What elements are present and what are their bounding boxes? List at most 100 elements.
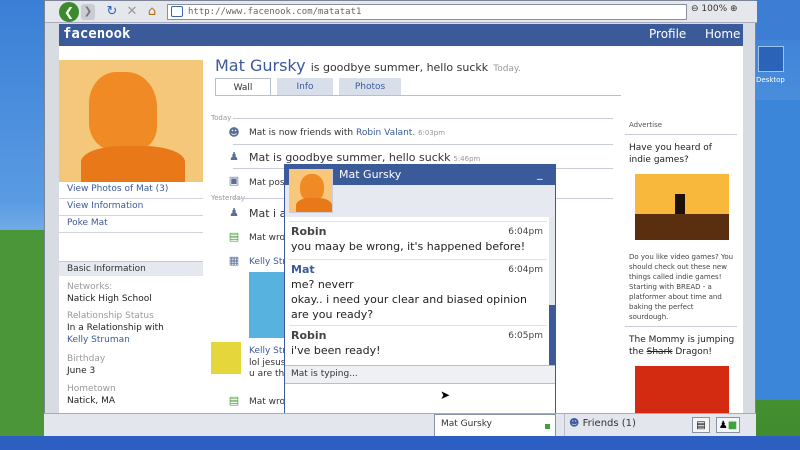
status-text: is goodbye summer, hello suckk [310, 61, 489, 74]
desktop-icon-label: Desktop [756, 76, 785, 84]
address-bar[interactable]: http://www.facenook.com/matatat1 [167, 4, 687, 20]
chat-avatar[interactable] [289, 169, 333, 213]
message-sender: Mat [291, 263, 315, 276]
online-status-icon [545, 424, 550, 429]
ad-title: Advertise [629, 121, 663, 129]
relationship-partner-link[interactable]: Kelly Struman [67, 335, 130, 345]
message-time: 6:04pm [508, 265, 543, 275]
networks-label: Networks: [67, 282, 113, 292]
person-icon: ♟ [229, 150, 239, 163]
friends-online-label: Friends (1) [582, 418, 636, 429]
ad-column: Advertise Have you heard of indie games?… [625, 116, 737, 416]
feed-item[interactable]: Kelly Str [249, 346, 286, 356]
poke-link[interactable]: Poke Mat [67, 218, 108, 228]
url-text: http://www.facenook.com/matatat1 [188, 7, 362, 17]
hometown-value: Natick, MA [67, 396, 116, 406]
chat-title: Mat Gursky [339, 168, 402, 181]
os-taskbar [0, 436, 800, 450]
desktop-folder-icon[interactable] [758, 46, 784, 72]
site-header: facenook Profile Home [59, 24, 743, 46]
zoom-level: 100% [701, 4, 728, 14]
message-time: 6:04pm [508, 227, 543, 237]
message-sender: Robin [291, 225, 327, 238]
message-line: i've been ready! [291, 344, 381, 357]
chat-bar: Mat Gursky ☻ Friends (1) ▤ ♟■ [44, 413, 756, 437]
open-chat-tab[interactable]: Mat Gursky [434, 414, 556, 437]
tab-photos[interactable]: Photos [339, 78, 401, 96]
chat-messages[interactable]: Robin 6:04pm you maay be wrong, it's hap… [285, 217, 555, 365]
ad-body: Do you like video games? You should chec… [629, 253, 734, 321]
profile-picture[interactable] [59, 60, 203, 182]
message-time: 6:05pm [508, 331, 543, 341]
message-line: me? neverr [291, 278, 354, 291]
wall-post-icon: ▤ [228, 394, 240, 407]
nav-home[interactable]: Home [705, 27, 740, 41]
friends-online-button[interactable]: ☻ Friends (1) [564, 414, 688, 437]
desktop-panel [756, 100, 800, 400]
status-time: Today. [493, 64, 521, 74]
view-information-link[interactable]: View Information [67, 201, 143, 211]
minimize-icon[interactable]: _ [537, 167, 543, 180]
online-user-icon[interactable]: ♟■ [716, 417, 740, 433]
friend-link[interactable]: Robin Valant. [356, 128, 415, 138]
feed-item: Mat wro [249, 233, 286, 243]
chat-message: Robin 6:05pm i've been ready! [289, 325, 547, 363]
tab-info[interactable]: Info [277, 78, 333, 96]
nav-profile[interactable]: Profile [649, 27, 686, 41]
profile-heading: Mat Gursky is goodbye summer, hello suck… [215, 56, 521, 75]
desktop-background [755, 0, 800, 40]
commenter-avatar[interactable] [211, 342, 241, 374]
tab-wall[interactable]: Wall [215, 78, 271, 96]
message-line: okay.. i need your clear and biased opin… [291, 293, 527, 306]
refresh-icon[interactable]: ↻ [103, 3, 121, 21]
page-icon [171, 6, 183, 17]
networks-value: Natick High School [67, 294, 152, 304]
feed-item: Mat post [249, 178, 289, 188]
feed-day-today: Today [211, 114, 232, 122]
mouse-cursor-icon: ➤ [440, 388, 451, 402]
person-icon: ♟ [229, 206, 239, 219]
chat-message: Robin 6:04pm you maay be wrong, it's hap… [289, 221, 547, 259]
zoom-control[interactable]: ⊖ 100% ⊕ [691, 4, 738, 14]
site-logo[interactable]: facenook [63, 26, 130, 42]
message-line: are you ready? [291, 308, 374, 321]
home-icon[interactable]: ⌂ [143, 3, 161, 21]
hometown-label: Hometown [67, 384, 116, 394]
ad-image[interactable] [635, 366, 729, 416]
scrollbar-thumb[interactable] [549, 305, 555, 365]
ad-image[interactable] [635, 174, 729, 240]
typing-indicator: Mat is typing... [285, 365, 555, 383]
ad-headline[interactable]: Have you heard of indie games? [629, 142, 735, 166]
profile-name[interactable]: Mat Gursky [215, 56, 306, 75]
desktop-hill [0, 230, 45, 450]
birthday-label: Birthday [67, 354, 106, 364]
zoom-in-icon[interactable]: ⊕ [730, 4, 738, 14]
open-chat-name: Mat Gursky [441, 419, 492, 429]
wall-post-icon: ▤ [228, 230, 240, 243]
birthday-value: June 3 [67, 366, 96, 376]
chat-window: Mat Gursky _ Robin 6:04pm you maay be wr… [284, 164, 556, 414]
basic-information-title: Basic Information [59, 261, 203, 276]
friends-icon: ☻ [569, 418, 580, 429]
message-line: you maay be wrong, it's happened before! [291, 240, 526, 253]
film-icon: ▣ [228, 174, 240, 187]
zoom-out-icon[interactable]: ⊖ [691, 4, 699, 14]
friends-icon: ☻ [228, 126, 240, 139]
message-sender: Robin [291, 329, 327, 342]
feed-item: lol jesus [249, 358, 286, 368]
chat-input[interactable] [285, 383, 555, 413]
stop-icon[interactable]: ✕ [123, 3, 141, 21]
relationship-label: Relationship Status [67, 311, 154, 321]
relationship-value: In a Relationship with [67, 323, 164, 333]
notifications-icon[interactable]: ▤ [692, 417, 710, 433]
ad-headline[interactable]: The Mommy is jumping the Shark Dragon! [629, 334, 735, 358]
photo-icon: ▦ [228, 254, 240, 267]
basic-information-box: Basic Information Networks: Natick High … [59, 261, 203, 421]
forward-arrow-icon[interactable]: ❯ [81, 4, 95, 20]
back-arrow-icon[interactable]: ❮ [59, 2, 79, 22]
browser-toolbar: ❮ ❯ ↻ ✕ ⌂ http://www.facenook.com/matata… [45, 1, 757, 23]
view-photos-link[interactable]: View Photos of Mat (3) [67, 184, 168, 194]
chat-message: Mat 6:04pm me? neverr okay.. i need your… [289, 259, 547, 323]
feed-photo[interactable] [249, 272, 289, 338]
chat-scrollbar[interactable] [549, 217, 555, 365]
